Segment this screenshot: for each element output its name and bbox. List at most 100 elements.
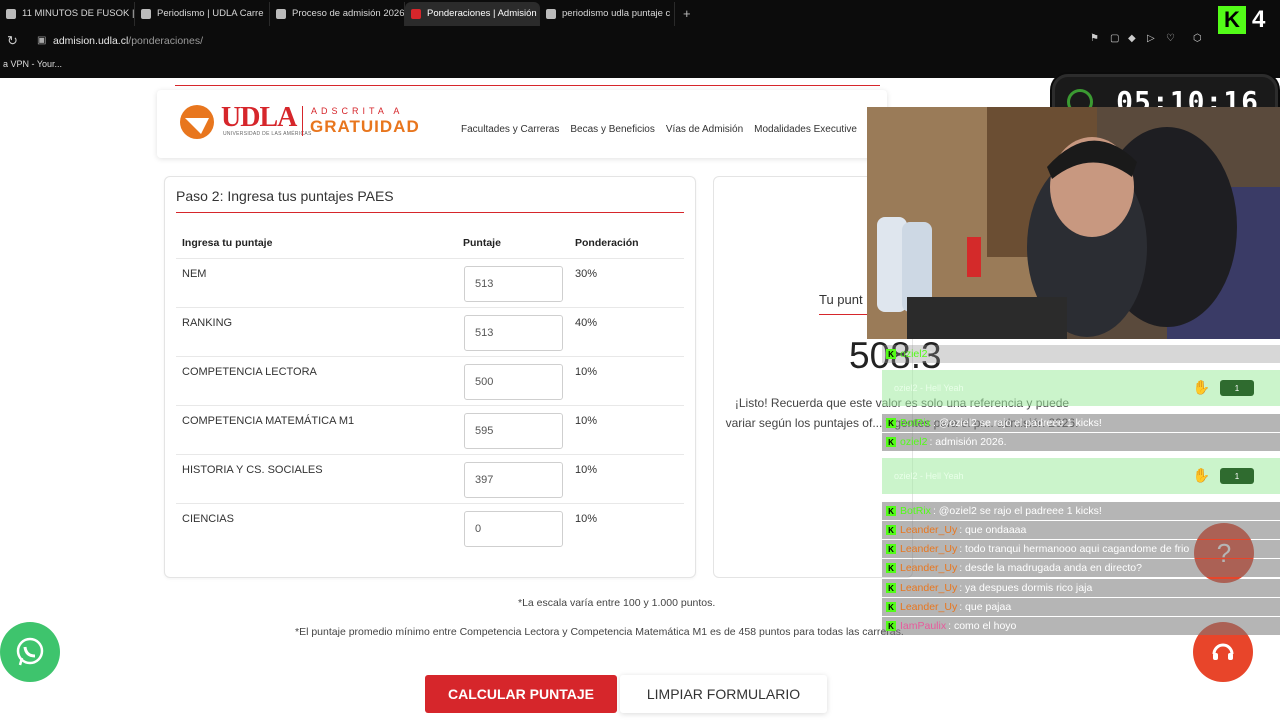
shield-icon[interactable]: ◆ — [1128, 33, 1136, 44]
highlight-tag: 1 — [1220, 468, 1254, 484]
logo-adscrita: ADSCRITA A — [311, 106, 404, 116]
kick-badge-icon: K — [886, 602, 896, 612]
row-label: COMPETENCIA MATEMÁTICA M1 — [182, 415, 355, 427]
heart-icon[interactable]: ♡ — [1166, 33, 1175, 44]
kick-badge-icon: K — [886, 349, 896, 359]
ranking-input[interactable] — [464, 315, 563, 351]
chat-message: Koziel2: admisión 2026. — [882, 433, 1280, 451]
site-header: UDLA UNIVERSIDAD DE LAS AMÉRICAS ADSCRIT… — [157, 90, 887, 158]
address-bar: ↻ ▣ admision.udla.cl/ponderaciones/ — [0, 27, 1280, 54]
nav-vias-admision[interactable]: Vías de Admisión — [666, 124, 743, 135]
col-header-score: Puntaje — [463, 237, 501, 249]
screenshot-icon[interactable]: ▢ — [1110, 33, 1119, 44]
kick-badge-icon: K — [886, 418, 896, 428]
kick-badge-icon: K — [886, 583, 896, 593]
headset-icon — [1212, 643, 1234, 660]
row-label: COMPETENCIA LECTORA — [182, 366, 317, 378]
minimum-note: *El puntaje promedio mínimo entre Compet… — [295, 626, 904, 638]
new-tab-button[interactable]: + — [683, 6, 691, 21]
chat-message: Koziel2: — [882, 345, 1280, 363]
chat-message: K BotRix: @oziel2 se rajo el padreee 1 ki… — [882, 502, 1280, 520]
favicon-icon — [141, 8, 151, 19]
browser-tab[interactable]: Periodismo | UDLA Carre — [135, 1, 270, 26]
browser-tab[interactable]: Proceso de admisión 2026 — [270, 1, 405, 26]
browser-tabbar: 11 MINUTOS DE FUSOK | M Periodismo | UDL… — [0, 0, 1280, 27]
kick-badge-icon: K — [886, 437, 896, 447]
score-row-matematica: COMPETENCIA MATEMÁTICA M1 10% — [176, 405, 684, 454]
whatsapp-button[interactable] — [0, 622, 60, 682]
bookmark-icon[interactable]: ⚑ — [1090, 33, 1099, 44]
row-label: NEM — [182, 268, 207, 280]
highlight-tag: 1 — [1220, 380, 1254, 396]
url-field[interactable]: admision.udla.cl/ponderaciones/ — [53, 35, 203, 47]
form-title: Paso 2: Ingresa tus puntajes PAES — [176, 188, 394, 204]
lectora-input[interactable] — [464, 364, 563, 400]
chat-message: K Leander_Uy: que pajaa — [882, 598, 1280, 616]
chat-highlight: oziel2 - Hell Yeah ✋ 1 — [882, 370, 1280, 406]
rock-hand-icon: ✋ — [1192, 379, 1210, 395]
score-row-ciencias: CIENCIAS 10% — [176, 503, 684, 552]
nav-modalidades[interactable]: Modalidades Executive — [754, 124, 857, 135]
browser-tab[interactable]: periodismo udla puntaje c — [540, 1, 675, 26]
score-row-nem: NEM 30% — [176, 258, 684, 307]
whatsapp-icon — [16, 637, 44, 666]
favicon-icon — [411, 8, 421, 19]
row-weight: 30% — [575, 268, 598, 280]
chat-message: K IamPaulix: como el hoyo — [882, 617, 1280, 635]
logo-gratuidad: GRATUIDAD — [310, 117, 420, 136]
viewer-count: 4 — [1252, 6, 1266, 33]
google-icon — [546, 8, 556, 19]
row-weight: 10% — [575, 464, 598, 476]
chat-message: K Leander_Uy: ya despues dormis rico jaja — [882, 579, 1280, 597]
row-label: CIENCIAS — [182, 513, 234, 525]
kick-badge-icon: K — [886, 544, 896, 554]
kick-viewer-badge: K 4 — [1218, 4, 1280, 36]
logo-text: UDLA — [221, 102, 297, 133]
nem-input[interactable] — [464, 266, 563, 302]
row-weight: 40% — [575, 317, 598, 329]
matematica-input[interactable] — [464, 413, 563, 449]
score-row-historia: HISTORIA Y CS. SOCIALES 10% — [176, 454, 684, 503]
browser-tab-active[interactable]: Ponderaciones | Admisión — [405, 1, 540, 26]
scale-note: *La escala varía entre 100 y 1.000 punto… — [518, 597, 716, 609]
favicon-icon — [276, 8, 286, 19]
logo-subtitle: UNIVERSIDAD DE LAS AMÉRICAS — [223, 131, 312, 137]
nav-facultades[interactable]: Facultades y Carreras — [461, 124, 559, 135]
historia-input[interactable] — [464, 462, 563, 498]
clear-form-button[interactable]: LIMPIAR FORMULARIO — [620, 675, 827, 713]
ciencias-input[interactable] — [464, 511, 563, 547]
row-weight: 10% — [575, 366, 598, 378]
chat-message: K Leander_Uy: desde la madrugada anda en … — [882, 559, 1280, 577]
row-weight: 10% — [575, 513, 598, 525]
row-label: HISTORIA Y CS. SOCIALES — [182, 464, 323, 476]
chat-message: K BotRix: @oziel2 se rajo el padreee 1 ki… — [882, 414, 1280, 432]
score-row-ranking: RANKING 40% — [176, 307, 684, 356]
row-weight: 10% — [575, 415, 598, 427]
udla-logo-icon[interactable] — [179, 104, 215, 140]
result-title: Tu punt — [819, 292, 863, 307]
kick-badge-icon: K — [886, 525, 896, 535]
chat-message: K Leander_Uy: que ondaaaa — [882, 521, 1280, 539]
logo-divider — [302, 106, 303, 136]
col-header-weight: Ponderación — [575, 237, 639, 249]
reload-icon[interactable]: ↻ — [7, 33, 27, 49]
row-label: RANKING — [182, 317, 233, 329]
stream-chat: Koziel2: oziel2 - Hell Yeah ✋ 1 K BotRix: @… — [882, 341, 1280, 637]
chat-message: K Leander_Uy: todo tranqui hermanooo aqui… — [882, 540, 1280, 558]
kick-badge-icon: K — [886, 621, 896, 631]
extensions-icon[interactable]: ⬡ — [1193, 33, 1202, 44]
webcam-feed — [867, 107, 1280, 339]
kick-badge-icon: K — [886, 506, 896, 516]
calculate-button[interactable]: CALCULAR PUNTAJE — [425, 675, 617, 713]
kick-badge-icon: K — [886, 563, 896, 573]
col-header-subject: Ingresa tu puntaje — [182, 237, 273, 249]
score-row-lectora: COMPETENCIA LECTORA 10% — [176, 356, 684, 405]
nav-becas[interactable]: Becas y Beneficios — [570, 124, 655, 135]
main-nav: Facultades y Carreras Becas y Beneficios… — [461, 124, 857, 135]
chat-highlight: oziel2 - Hell Yeah ✋ 1 — [882, 458, 1280, 494]
bookmark-item[interactable]: a VPN - Your... — [3, 59, 62, 69]
browser-tab[interactable]: 11 MINUTOS DE FUSOK | M — [0, 1, 135, 26]
play-icon[interactable]: ▷ — [1147, 33, 1155, 44]
site-info-icon[interactable]: ▣ — [37, 35, 53, 46]
top-divider — [175, 85, 880, 86]
